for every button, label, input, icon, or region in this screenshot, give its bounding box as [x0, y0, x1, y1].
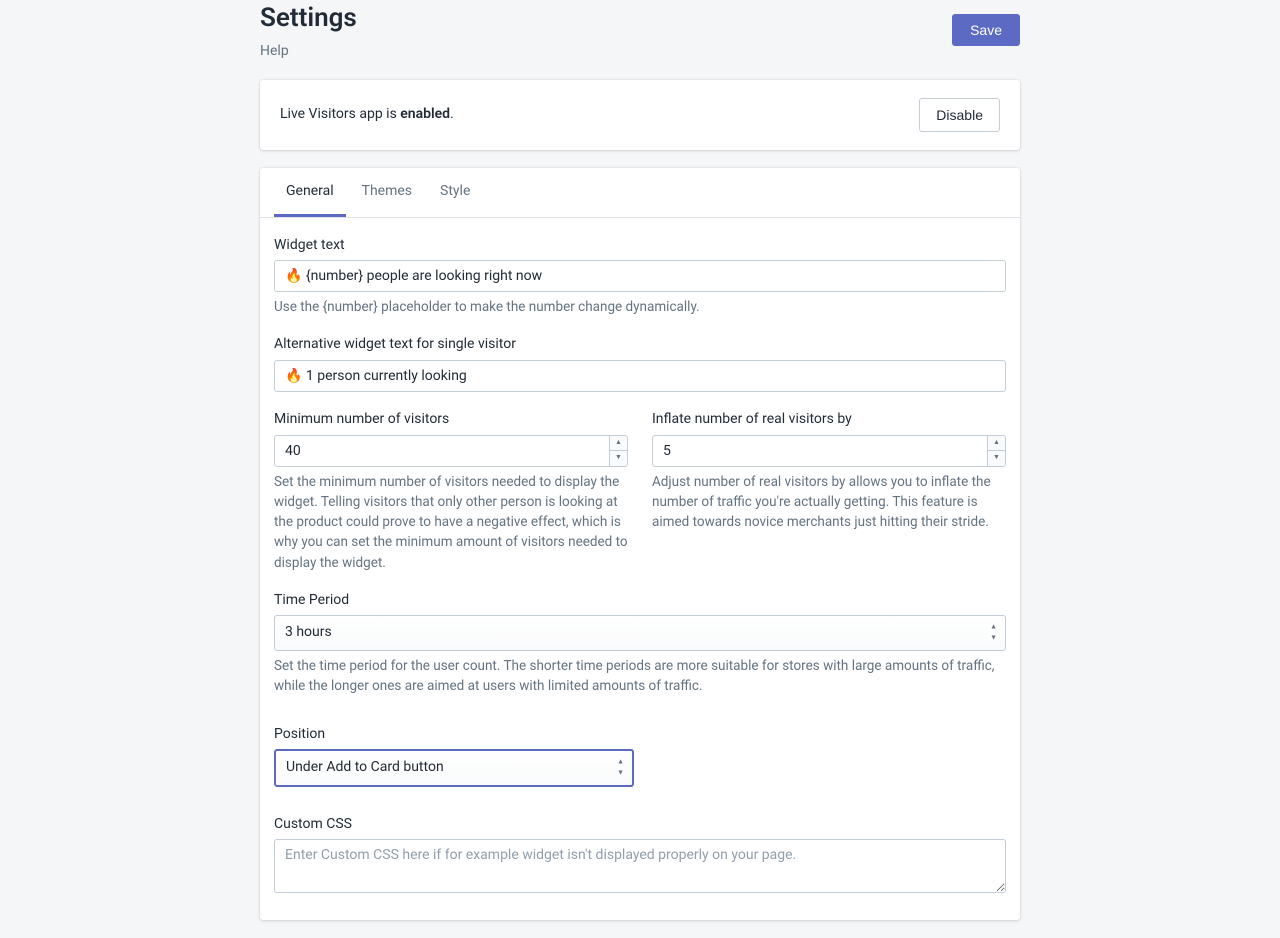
widget-text-input[interactable]	[274, 260, 1006, 292]
position-select[interactable]: Under Add to Card button ▲▼	[274, 749, 634, 787]
inflate-spinner: ▲ ▼	[987, 436, 1005, 466]
min-visitors-down-icon[interactable]: ▼	[610, 451, 627, 466]
min-visitors-input[interactable]	[274, 435, 628, 467]
inflate-up-icon[interactable]: ▲	[988, 436, 1005, 452]
page-header: Settings Help Save	[260, 0, 1020, 80]
min-visitors-label: Minimum number of visitors	[274, 410, 628, 430]
min-visitors-up-icon[interactable]: ▲	[610, 436, 627, 452]
min-visitors-spinner: ▲ ▼	[609, 436, 627, 466]
inflate-label: Inflate number of real visitors by	[652, 410, 1006, 430]
status-text: Live Visitors app is enabled.	[280, 105, 454, 125]
alt-text-input[interactable]	[274, 360, 1006, 392]
alt-text-label: Alternative widget text for single visit…	[274, 335, 1006, 355]
page-title: Settings	[260, 0, 357, 36]
min-visitors-help: Set the minimum number of visitors neede…	[274, 472, 628, 573]
widget-text-help: Use the {number} placeholder to make the…	[274, 297, 1006, 317]
field-widget-text: Widget text Use the {number} placeholder…	[274, 236, 1006, 318]
position-value: Under Add to Card button	[276, 751, 632, 785]
field-inflate: Inflate number of real visitors by ▲ ▼ A…	[652, 410, 1006, 532]
settings-card: General Themes Style Widget text Use the…	[260, 168, 1020, 920]
disable-button[interactable]: Disable	[919, 98, 1000, 132]
inflate-help: Adjust number of real visitors by allows…	[652, 472, 1006, 533]
tabs: General Themes Style	[260, 168, 1020, 218]
time-period-select[interactable]: 3 hours ▲▼	[274, 615, 1006, 651]
time-period-help: Set the time period for the user count. …	[274, 656, 1006, 697]
status-state: enabled	[400, 106, 450, 122]
field-min-visitors: Minimum number of visitors ▲ ▼ Set the m…	[274, 410, 628, 573]
position-label: Position	[274, 725, 1006, 745]
select-arrows-icon: ▲▼	[990, 623, 997, 644]
inflate-down-icon[interactable]: ▼	[988, 451, 1005, 466]
status-card: Live Visitors app is enabled. Disable	[260, 80, 1020, 150]
field-custom-css: Custom CSS	[274, 815, 1006, 900]
field-alt-text: Alternative widget text for single visit…	[274, 335, 1006, 392]
time-period-value: 3 hours	[275, 616, 1005, 650]
tab-themes[interactable]: Themes	[350, 168, 424, 217]
status-suffix: .	[450, 106, 454, 122]
field-position: Position Under Add to Card button ▲▼	[274, 725, 1006, 787]
time-period-label: Time Period	[274, 591, 1006, 611]
custom-css-input[interactable]	[274, 839, 1006, 893]
help-link[interactable]: Help	[260, 42, 357, 62]
select-arrows-icon: ▲▼	[617, 758, 624, 779]
panel-general: Widget text Use the {number} placeholder…	[260, 218, 1020, 920]
inflate-input[interactable]	[652, 435, 1006, 467]
save-button[interactable]: Save	[952, 14, 1020, 46]
field-time-period: Time Period 3 hours ▲▼ Set the time peri…	[274, 591, 1006, 697]
tab-general[interactable]: General	[274, 168, 346, 217]
tab-style[interactable]: Style	[428, 168, 482, 217]
widget-text-label: Widget text	[274, 236, 1006, 256]
custom-css-label: Custom CSS	[274, 815, 1006, 835]
status-prefix: Live Visitors app is	[280, 106, 400, 122]
